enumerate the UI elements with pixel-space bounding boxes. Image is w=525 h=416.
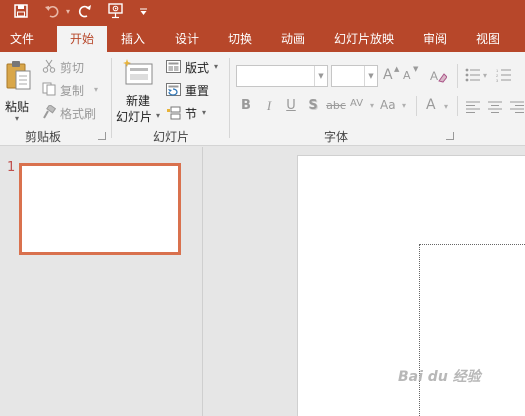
tab-animations[interactable]: 动画 [271,26,315,52]
layout-dropdown-icon[interactable]: ▾ [214,62,218,71]
layout-icon [166,60,181,73]
align-right-icon[interactable] [510,101,524,113]
undo-dropdown-icon[interactable]: ▾ [64,0,72,22]
new-slide-label-line2: 幻灯片 [116,110,153,124]
slide-number: 1 [7,160,16,175]
redo-icon[interactable] [74,0,96,22]
copy-dropdown-icon[interactable]: ▾ [94,85,98,94]
font-size-combobox[interactable]: ▼ [331,65,378,87]
tab-review[interactable]: 审阅 [413,26,457,52]
tab-insert[interactable]: 插入 [111,26,155,52]
quick-access-toolbar: ▾ [0,0,525,26]
clear-formatting-icon: A [430,69,447,83]
font-dialog-launcher[interactable] [446,132,454,140]
character-spacing-label: AV [350,98,364,109]
section-button[interactable]: 节 ▾ [166,104,216,122]
tab-file[interactable]: 文件 [0,26,44,52]
reset-label: 重置 [185,84,210,98]
arrow-up-icon: ▲ [394,65,400,73]
group-divider [457,64,458,88]
font-color-button[interactable]: A ▾ [424,97,452,117]
decrease-font-size-button[interactable]: A ▼ [402,65,420,86]
increase-font-size-button[interactable]: A ▲ [382,65,400,86]
new-slide-icon [123,59,153,85]
tab-transitions[interactable]: 切换 [218,26,262,52]
title-placeholder[interactable] [419,244,525,416]
bullets-icon [465,68,480,82]
arrow-down-icon: ▼ [413,65,419,73]
format-painter-label: 格式刷 [60,107,97,121]
group-divider [229,58,230,138]
section-icon [167,106,181,120]
font-color-label: A [426,97,436,113]
italic-button[interactable]: I [263,98,275,114]
new-slide-dropdown-icon[interactable]: ▾ [156,111,160,120]
reset-icon [166,83,181,96]
ribbon-tab-bar: 文件 开始 插入 设计 切换 动画 幻灯片放映 审阅 视图 [0,26,525,52]
customize-quick-access-icon[interactable] [136,0,150,22]
tab-design[interactable]: 设计 [165,26,209,52]
font-name-combobox[interactable]: ▼ [236,65,328,87]
change-case-label: Aa [380,98,396,112]
align-left-icon[interactable] [466,101,480,113]
layout-label: 版式 [185,61,210,75]
tab-slide-show[interactable]: 幻灯片放映 [326,26,402,52]
font-name-dropdown-icon[interactable]: ▼ [314,66,327,86]
underline-button[interactable]: U [285,98,297,113]
increase-font-size-label: A [383,67,393,83]
slide-thumbnail[interactable] [19,163,181,255]
undo-icon[interactable] [40,0,64,22]
change-case-dropdown-icon[interactable]: ▾ [402,101,406,110]
group-divider [111,58,112,138]
align-center-icon[interactable] [488,101,502,113]
font-size-dropdown-icon[interactable]: ▼ [364,66,377,86]
bold-button[interactable]: B [240,98,252,113]
group-divider [457,96,458,116]
reset-button[interactable]: 重置 [166,81,216,99]
ribbon: 粘贴 ▾ 剪切 复制 ▾ 格式刷 剪贴板 新建 幻灯片 ▾ 版式 ▾ 重置 节 … [0,52,525,146]
paste-dropdown-icon[interactable]: ▾ [15,114,19,123]
tab-home[interactable]: 开始 [57,26,107,52]
slides-group-label: 幻灯片 [153,130,190,144]
paste-button[interactable]: 粘贴 ▾ [3,58,35,123]
clipboard-dialog-launcher[interactable] [98,132,106,140]
numbering-icon: 123 [496,68,511,82]
group-divider [416,96,417,116]
strikethrough-button[interactable]: abc [326,99,346,112]
copy-icon [42,82,56,96]
copy-label: 复制 [60,84,85,98]
clipboard-group-label: 剪贴板 [25,130,62,144]
clear-formatting-button[interactable]: A [430,66,448,86]
format-painter-button[interactable]: 格式刷 [42,104,102,122]
layout-button[interactable]: 版式 ▾ [166,58,222,76]
bullets-dropdown-icon[interactable]: ▾ [483,71,487,80]
svg-text:A: A [430,69,438,83]
section-label: 节 [185,107,198,121]
font-color-dropdown-icon[interactable]: ▾ [444,102,448,111]
character-spacing-button[interactable]: AV ▾ [350,98,378,116]
section-dropdown-icon[interactable]: ▾ [202,108,206,117]
cut-button[interactable]: 剪切 [42,58,92,76]
new-slide-button[interactable]: 新建 幻灯片 ▾ [114,56,162,124]
paste-icon [6,61,31,90]
numbering-button[interactable]: 123 [496,66,522,86]
format-painter-icon [43,105,56,119]
character-spacing-dropdown-icon[interactable]: ▾ [370,101,374,110]
text-shadow-button[interactable]: S [307,98,319,113]
watermark: Bai du 经验 [398,369,481,385]
bullets-button[interactable]: ▾ [465,66,491,86]
decrease-font-size-label: A [403,69,411,82]
save-icon[interactable] [10,0,32,22]
start-from-beginning-icon[interactable] [104,0,128,22]
cut-label: 剪切 [60,61,85,75]
copy-button[interactable]: 复制 ▾ [42,81,102,99]
new-slide-label-line1: 新建 [126,94,151,108]
paste-label: 粘贴 [5,100,30,114]
scissors-icon [42,59,56,73]
change-case-button[interactable]: Aa ▾ [380,98,410,116]
svg-text:3: 3 [496,78,499,82]
tab-view[interactable]: 视图 [466,26,510,52]
font-group-label: 字体 [324,130,349,144]
